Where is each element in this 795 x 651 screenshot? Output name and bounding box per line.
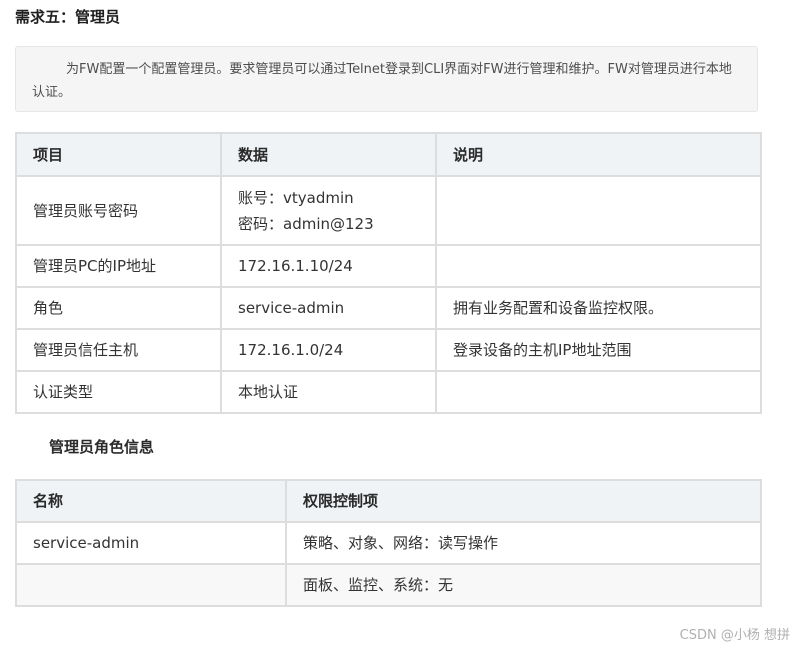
table-row: 认证类型 本地认证 — [15, 370, 762, 414]
role-info-table: 名称 权限控制项 service-admin 策略、对象、网络：读写操作 面板、… — [15, 479, 762, 607]
table-row: 角色 service-admin 拥有业务配置和设备监控权限。 — [15, 286, 762, 330]
column-header-permission: 权限控制项 — [285, 479, 762, 523]
cell-role-name — [15, 563, 287, 607]
cell-description: 拥有业务配置和设备监控权限。 — [435, 286, 762, 330]
cell-item: 角色 — [15, 286, 222, 330]
cell-data: 本地认证 — [220, 370, 437, 414]
cell-description — [435, 370, 762, 414]
account-line: 账号：vtyadmin — [238, 188, 354, 207]
table-row: 面板、监控、系统：无 — [15, 563, 762, 607]
cell-permission: 面板、监控、系统：无 — [285, 563, 762, 607]
column-header-item: 项目 — [15, 132, 222, 177]
cell-data: service-admin — [220, 286, 437, 330]
cell-data: 账号：vtyadmin 密码：admin@123 — [220, 175, 437, 246]
cell-item: 认证类型 — [15, 370, 222, 414]
table-header-row: 项目 数据 说明 — [15, 132, 762, 177]
role-info-heading: 管理员角色信息 — [49, 438, 155, 456]
table-row: 管理员账号密码 账号：vtyadmin 密码：admin@123 — [15, 175, 762, 246]
column-header-data: 数据 — [220, 132, 437, 177]
cell-description: 登录设备的主机IP地址范围 — [435, 328, 762, 372]
csdn-watermark: CSDN @小杨 想拼 — [679, 628, 790, 643]
requirement-data-table: 项目 数据 说明 管理员账号密码 账号：vtyadmin 密码：admin@12… — [15, 132, 762, 414]
cell-data: 172.16.1.10/24 — [220, 244, 437, 288]
cell-data: 172.16.1.0/24 — [220, 328, 437, 372]
cell-role-name: service-admin — [15, 521, 287, 565]
cell-description — [435, 244, 762, 288]
table-header-row: 名称 权限控制项 — [15, 479, 762, 523]
table-row: 管理员信任主机 172.16.1.0/24 登录设备的主机IP地址范围 — [15, 328, 762, 372]
column-header-name: 名称 — [15, 479, 287, 523]
cell-permission: 策略、对象、网络：读写操作 — [285, 521, 762, 565]
section-title: 需求五：管理员 — [15, 8, 121, 26]
cell-description — [435, 175, 762, 246]
cell-item: 管理员PC的IP地址 — [15, 244, 222, 288]
table-row: service-admin 策略、对象、网络：读写操作 — [15, 521, 762, 565]
table-row: 管理员PC的IP地址 172.16.1.10/24 — [15, 244, 762, 288]
cell-item: 管理员信任主机 — [15, 328, 222, 372]
password-line: 密码：admin@123 — [238, 214, 374, 233]
cell-item: 管理员账号密码 — [15, 175, 222, 246]
column-header-description: 说明 — [435, 132, 762, 177]
requirement-note: 为FW配置一个配置管理员。要求管理员可以通过Telnet登录到CLI界面对FW进… — [15, 46, 758, 112]
